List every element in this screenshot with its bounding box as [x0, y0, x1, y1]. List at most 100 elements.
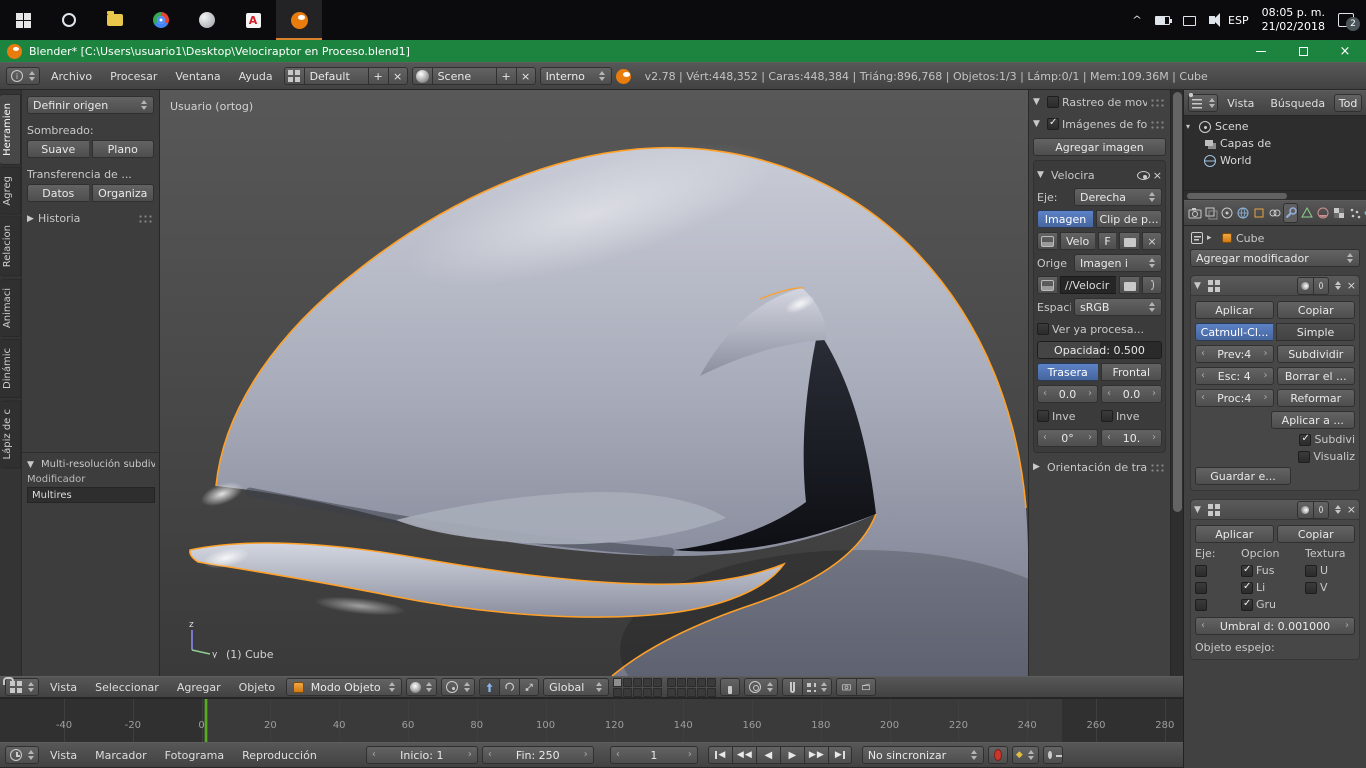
- battery-icon[interactable]: [1155, 16, 1170, 25]
- pin-icon[interactable]: [1191, 232, 1203, 244]
- modifier-move-buttons[interactable]: [1331, 502, 1345, 518]
- tab-relaciones[interactable]: Relacion: [0, 216, 21, 276]
- subdivide-button[interactable]: Subdividir: [1277, 345, 1356, 363]
- simple-toggle[interactable]: Simple: [1276, 323, 1355, 341]
- outliner-item-renderlayers[interactable]: Capas de: [1186, 135, 1364, 152]
- pivot-point-dropdown[interactable]: [441, 678, 475, 696]
- close-icon[interactable]: ×: [1153, 170, 1162, 181]
- proportional-edit-dropdown[interactable]: [744, 678, 778, 696]
- chrome-button[interactable]: [138, 0, 184, 40]
- timeline-editor-selector[interactable]: [5, 746, 39, 764]
- motion-tracking-checkbox[interactable]: [1047, 96, 1059, 108]
- fake-user-button[interactable]: F: [1098, 232, 1116, 250]
- image-filepath-field[interactable]: //Velocir: [1060, 276, 1116, 294]
- menu-ayuda[interactable]: Ayuda: [232, 70, 280, 83]
- menu-ventana[interactable]: Ventana: [168, 70, 227, 83]
- layer-toggle[interactable]: [677, 688, 686, 697]
- layer-toggle[interactable]: [707, 678, 716, 687]
- viewport-shading-dropdown[interactable]: [406, 678, 437, 696]
- layer-toggle[interactable]: [633, 678, 642, 687]
- background-images-checkbox[interactable]: [1047, 118, 1059, 130]
- opengl-render-anim-button[interactable]: [856, 678, 876, 696]
- layer-toggle[interactable]: [677, 678, 686, 687]
- action-center-icon[interactable]: 2: [1338, 13, 1354, 27]
- properties-tab-render[interactable]: [1187, 203, 1202, 223]
- layer-toggle[interactable]: [653, 678, 662, 687]
- maximize-button[interactable]: [1282, 40, 1324, 62]
- save-external-button[interactable]: Guardar e...: [1195, 467, 1291, 485]
- layer-toggle[interactable]: [653, 688, 662, 697]
- vertex-groups-checkbox[interactable]: [1241, 599, 1253, 611]
- layer-toggle[interactable]: [687, 678, 696, 687]
- manipulator-translate-toggle[interactable]: [479, 678, 499, 696]
- lock-to-scene-toggle[interactable]: [720, 678, 740, 696]
- shade-smooth-button[interactable]: Suave: [27, 140, 89, 158]
- axis-dropdown[interactable]: Derecha: [1074, 188, 1162, 206]
- layer-toggle[interactable]: [613, 678, 622, 687]
- current-frame-field[interactable]: ‹1›: [610, 746, 698, 764]
- layer-toggle[interactable]: [667, 688, 676, 697]
- modifier-field-value[interactable]: Multires: [27, 487, 155, 503]
- scrollbar-thumb[interactable]: [1187, 193, 1287, 199]
- layer-toggle[interactable]: [643, 688, 652, 697]
- modifier-view-toggle[interactable]: [1313, 277, 1329, 295]
- colorspace-dropdown[interactable]: sRGB: [1074, 298, 1162, 316]
- rotation-field[interactable]: ‹0°›: [1037, 429, 1098, 447]
- disclosure-icon[interactable]: ▾: [1186, 122, 1195, 131]
- manipulator-scale-toggle[interactable]: [519, 678, 539, 696]
- scene-add-button[interactable]: +: [496, 67, 516, 85]
- layer-toggle[interactable]: [623, 688, 632, 697]
- reload-image-button[interactable]: [1142, 276, 1162, 294]
- catmull-clark-toggle[interactable]: Catmull-Cl...: [1195, 323, 1273, 341]
- modifier-render-toggle[interactable]: [1297, 277, 1313, 295]
- scene-delete-button[interactable]: ×: [516, 67, 536, 85]
- origin-dropdown[interactable]: Imagen i: [1074, 254, 1162, 272]
- layer-toggle[interactable]: [667, 678, 676, 687]
- jump-next-keyframe-button[interactable]: ▶▶: [804, 746, 828, 764]
- copy-modifier-button[interactable]: Copiar: [1277, 301, 1356, 319]
- layer-toggle[interactable]: [633, 688, 642, 697]
- modifier-move-buttons[interactable]: [1331, 278, 1345, 294]
- delete-higher-button[interactable]: Borrar el ...: [1277, 367, 1356, 385]
- app-button[interactable]: [184, 0, 230, 40]
- properties-tab-object-data[interactable]: [1299, 203, 1314, 223]
- jump-prev-keyframe-button[interactable]: ◀◀: [732, 746, 756, 764]
- orientation-dropdown[interactable]: Global: [543, 678, 609, 696]
- scene-browse-button[interactable]: [412, 67, 432, 85]
- panel-grip-icon[interactable]: [1150, 98, 1166, 107]
- draw-front-toggle[interactable]: Frontal: [1101, 363, 1163, 381]
- open-file-button[interactable]: [1119, 276, 1139, 294]
- timeline-menu-vista[interactable]: Vista: [43, 749, 84, 762]
- properties-tab-object[interactable]: [1251, 203, 1266, 223]
- layout-name[interactable]: Default: [304, 67, 368, 85]
- keying-set-dropdown[interactable]: ◆: [1012, 746, 1039, 764]
- preview-level-field[interactable]: ‹Prev:4›: [1195, 345, 1274, 363]
- snap-element-dropdown[interactable]: [802, 678, 832, 696]
- panel-grip-icon[interactable]: [138, 214, 154, 223]
- subdivide-uvs-checkbox[interactable]: [1299, 434, 1311, 446]
- close-button[interactable]: ×: [1324, 40, 1366, 62]
- network-icon[interactable]: [1183, 16, 1196, 26]
- draw-back-toggle[interactable]: Trasera: [1037, 363, 1098, 381]
- timeline-menu-marcador[interactable]: Marcador: [88, 749, 154, 762]
- opengl-render-button[interactable]: [836, 678, 856, 696]
- outliner-menu-vista[interactable]: Vista: [1220, 97, 1261, 110]
- merge-threshold-field[interactable]: ‹Umbral d: 0.001000›: [1195, 617, 1355, 635]
- shade-flat-button[interactable]: Plano: [92, 140, 155, 158]
- insert-keyframe-button[interactable]: [1043, 746, 1063, 764]
- transfer-data-button[interactable]: Datos: [27, 184, 89, 202]
- image-unlink-button[interactable]: ×: [1142, 232, 1162, 250]
- modifier-delete-icon[interactable]: ×: [1347, 280, 1356, 291]
- tray-expand-icon[interactable]: ^: [1132, 14, 1142, 25]
- modifier-delete-icon[interactable]: ×: [1347, 504, 1356, 515]
- npanel-scrollbar[interactable]: [1170, 90, 1183, 676]
- jump-to-end-button[interactable]: ▶: [828, 746, 852, 764]
- layer-toggle[interactable]: [707, 688, 716, 697]
- image-datablock-name[interactable]: Velo: [1060, 232, 1095, 250]
- filepath-icon-button[interactable]: [1037, 276, 1057, 294]
- timeline-ruler[interactable]: -40-200204060801001201401601802002202402…: [0, 698, 1184, 742]
- outliner-item-world[interactable]: World: [1186, 152, 1364, 169]
- record-button[interactable]: [988, 746, 1008, 764]
- source-clip-toggle[interactable]: Clip de p...: [1096, 210, 1162, 228]
- motion-tracking-panel-header[interactable]: ▼ Rastreo de movi: [1033, 92, 1166, 112]
